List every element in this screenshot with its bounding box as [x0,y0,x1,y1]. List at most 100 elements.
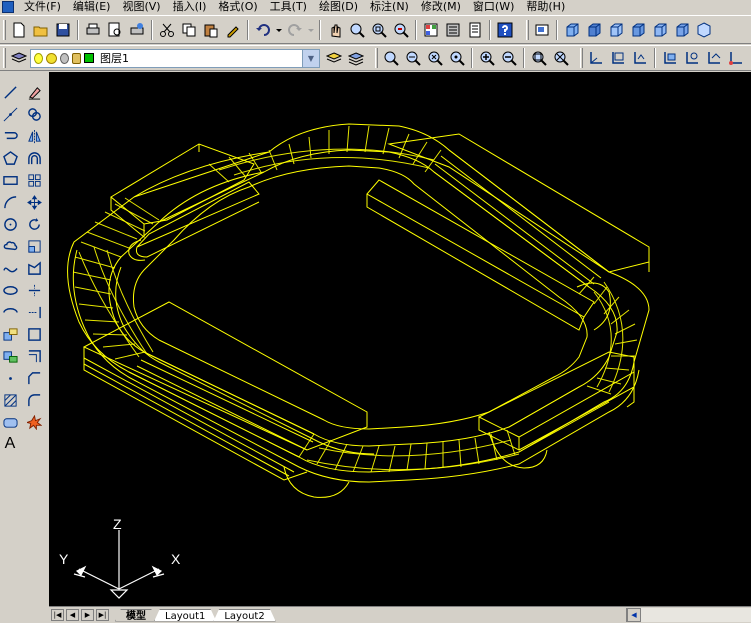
right-view-icon[interactable] [628,20,648,40]
toolbar-grip[interactable] [580,48,583,68]
tab-layout1[interactable]: Layout1 [154,609,216,622]
explode-icon[interactable] [24,412,44,432]
zoom-in-icon[interactable] [477,48,497,68]
match-properties-icon[interactable] [223,20,243,40]
hatch-icon[interactable] [0,390,20,410]
menu-draw[interactable]: 绘图(D) [313,0,364,14]
sw-iso-view-icon[interactable] [694,20,714,40]
scale-icon[interactable] [24,236,44,256]
array-icon[interactable] [24,170,44,190]
menu-modify[interactable]: 修改(M) [415,0,467,14]
publish-icon[interactable] [127,20,147,40]
named-views-icon[interactable] [532,20,552,40]
layer-previous-icon[interactable] [346,48,366,68]
zoom-scale-icon[interactable] [425,48,445,68]
ucs-view-icon[interactable] [704,48,724,68]
redo-icon[interactable] [285,20,305,40]
previous-tab-button[interactable]: ◀ [66,609,79,621]
menu-window[interactable]: 窗口(W) [467,0,520,14]
menu-edit[interactable]: 编辑(E) [67,0,117,14]
undo-dropdown-icon[interactable] [275,20,283,40]
chamfer-icon[interactable] [24,368,44,388]
save-icon[interactable] [53,20,73,40]
multiline-text-button[interactable]: A [0,434,20,454]
left-view-icon[interactable] [606,20,626,40]
bottom-view-icon[interactable] [584,20,604,40]
revision-cloud-icon[interactable] [0,236,20,256]
app-icon[interactable] [2,1,14,13]
tab-layout2[interactable]: Layout2 [213,609,275,622]
menu-tools[interactable]: 工具(T) [264,0,313,14]
rotate-icon[interactable] [24,214,44,234]
horizontal-scrollbar[interactable]: ◀ [626,608,751,622]
ellipse-arc-icon[interactable] [0,302,20,322]
layer-lock-icon[interactable] [72,52,81,64]
stretch-icon[interactable] [24,258,44,278]
move-icon[interactable] [24,192,44,212]
design-center-icon[interactable] [443,20,463,40]
toolbar-grip[interactable] [3,48,6,68]
drawing-canvas[interactable]: Z Y X [49,72,751,606]
cut-icon[interactable] [157,20,177,40]
properties-icon[interactable] [421,20,441,40]
help-icon[interactable] [495,20,515,40]
tool-palettes-icon[interactable] [465,20,485,40]
layer-thaw-sun-icon[interactable] [46,52,57,64]
rectangle-icon[interactable] [0,170,20,190]
back-view-icon[interactable] [672,20,692,40]
copy-icon[interactable] [179,20,199,40]
menu-help[interactable]: 帮助(H) [520,0,571,14]
next-tab-button[interactable]: ▶ [81,609,94,621]
layer-dropdown[interactable]: 图层1 ▼ [30,48,320,68]
trim-icon[interactable] [24,280,44,300]
paste-icon[interactable] [201,20,221,40]
layer-on-lightbulb-icon[interactable] [34,52,43,64]
ucs-icon[interactable] [586,48,606,68]
ucs-object-icon[interactable] [682,48,702,68]
layer-dropdown-arrow[interactable]: ▼ [302,49,319,67]
toolbar-grip[interactable] [3,19,6,40]
ucs-origin-icon[interactable] [726,48,746,68]
print-icon[interactable] [83,20,103,40]
zoom-out-icon[interactable] [499,48,519,68]
scroll-left-button[interactable]: ◀ [627,608,641,622]
point-icon[interactable] [0,368,20,388]
copy-object-icon[interactable] [24,104,44,124]
zoom-all-icon[interactable] [529,48,549,68]
zoom-window-icon[interactable] [369,20,389,40]
make-block-icon[interactable] [0,346,20,366]
open-file-icon[interactable] [31,20,51,40]
ucs-world-icon[interactable] [608,48,628,68]
ucs-previous-icon[interactable] [630,48,650,68]
menu-file[interactable]: 文件(F) [18,0,67,14]
extend-icon[interactable] [24,302,44,322]
first-tab-button[interactable]: |◀ [51,609,64,621]
region-icon[interactable] [0,412,20,432]
pan-realtime-icon[interactable] [325,20,345,40]
menu-insert[interactable]: 插入(I) [167,0,213,14]
offset-icon[interactable] [24,148,44,168]
break-icon[interactable] [24,324,44,344]
front-view-icon[interactable] [650,20,670,40]
zoom-realtime-icon[interactable] [347,20,367,40]
ellipse-icon[interactable] [0,280,20,300]
tab-model[interactable]: 模型 [115,609,157,622]
zoom-dynamic-icon[interactable] [403,48,423,68]
polyline-icon[interactable] [0,126,20,146]
last-tab-button[interactable]: ▶| [96,609,109,621]
top-view-icon[interactable] [562,20,582,40]
construction-line-icon[interactable] [0,104,20,124]
arc-icon[interactable] [0,192,20,212]
undo-icon[interactable] [253,20,273,40]
fillet-icon[interactable] [24,390,44,410]
pan-icon[interactable] [381,48,401,68]
mirror-icon[interactable] [24,126,44,146]
redo-dropdown-icon[interactable] [307,20,315,40]
menu-dimension[interactable]: 标注(N) [364,0,415,14]
toolbar-grip[interactable] [526,19,529,40]
spline-icon[interactable] [0,258,20,278]
menu-format[interactable]: 格式(O) [212,0,263,14]
zoom-previous-icon[interactable] [391,20,411,40]
new-file-icon[interactable] [9,20,29,40]
circle-icon[interactable] [0,214,20,234]
